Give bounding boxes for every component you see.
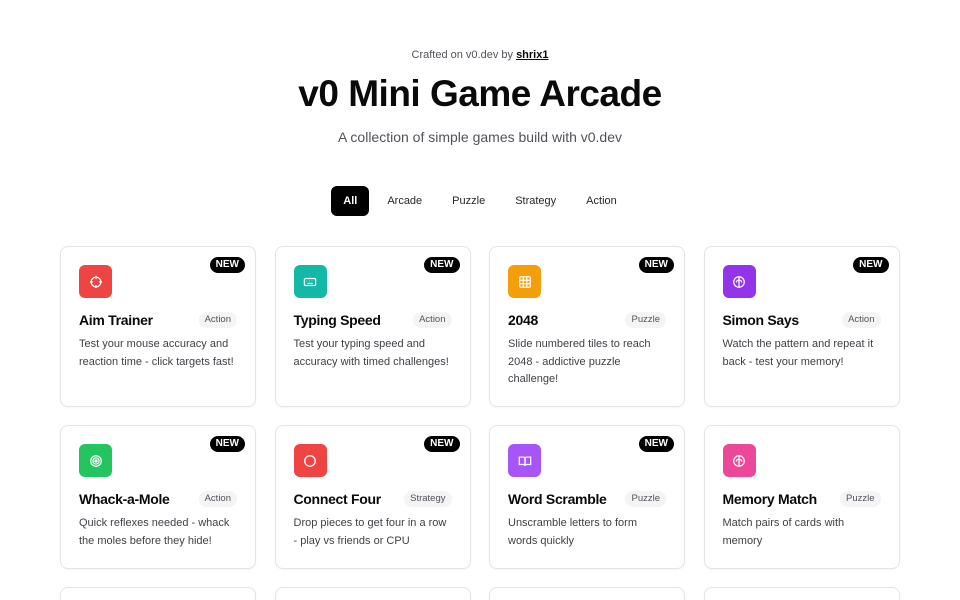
filter-all[interactable]: All <box>331 186 370 216</box>
game-icon-box <box>293 444 327 477</box>
author-link[interactable]: shrix1 <box>516 49 548 61</box>
game-card-partial[interactable] <box>274 587 471 600</box>
grid-icon <box>518 275 531 288</box>
game-icon-box <box>722 265 756 298</box>
category-badge: Action <box>198 491 237 507</box>
game-card-partial[interactable] <box>489 587 685 600</box>
game-card[interactable]: NEW Connect Four Strategy Drop pieces to… <box>274 425 471 569</box>
new-badge: NEW <box>853 257 889 273</box>
target-icon <box>89 275 102 288</box>
game-card[interactable]: NEW Word Scramble Puzzle Unscramble lett… <box>489 425 685 569</box>
crafted-prefix: Crafted on v0.dev by <box>411 49 517 61</box>
game-icon-box <box>79 265 112 298</box>
category-badge: Strategy <box>404 491 452 507</box>
game-title: Whack-a-Mole <box>79 491 170 507</box>
crafted-by-line: Crafted on v0.dev by shrix1 <box>0 48 960 62</box>
game-card[interactable]: NEW 2048 Puzzle Slide numbered tiles to … <box>489 246 685 407</box>
page-subtitle: A collection of simple games build with … <box>337 129 623 145</box>
game-icon-box <box>508 265 541 298</box>
category-badge: Puzzle <box>625 312 666 328</box>
game-title: Typing Speed <box>293 312 381 328</box>
new-badge: NEW <box>638 436 674 452</box>
page-header: Crafted on v0.dev by shrix1 v0 Mini Game… <box>0 0 960 146</box>
game-icon-box <box>508 444 541 477</box>
game-description: Slide numbered tiles to reach 2048 - add… <box>508 338 651 385</box>
category-badge: Action <box>198 312 237 328</box>
game-grid: NEW Aim Trainer Action Test your mouse a… <box>60 246 900 600</box>
game-icon-box <box>79 444 112 477</box>
category-filter-bar: All Arcade Puzzle Strategy Action <box>0 186 960 216</box>
bullseye-icon <box>89 454 102 467</box>
game-title: Connect Four <box>293 491 382 507</box>
game-description: Test your typing speed and accuracy with… <box>293 338 449 368</box>
filter-strategy[interactable]: Strategy <box>503 186 568 216</box>
game-card-partial[interactable] <box>60 587 256 600</box>
new-badge: NEW <box>424 436 460 452</box>
game-title: Aim Trainer <box>79 312 153 328</box>
category-badge: Action <box>842 312 881 328</box>
game-title: Word Scramble <box>508 491 607 507</box>
brain-icon <box>733 454 745 467</box>
game-title: 2048 <box>508 312 538 328</box>
new-badge: NEW <box>424 257 460 273</box>
category-badge: Puzzle <box>625 491 666 507</box>
game-description: Quick reflexes needed - whack the moles … <box>79 517 230 547</box>
new-badge: NEW <box>638 257 674 273</box>
circle-icon <box>304 454 316 467</box>
keyboard-icon <box>303 277 317 286</box>
filter-action[interactable]: Action <box>574 186 629 216</box>
game-description: Unscramble letters to form words quickly <box>508 517 637 547</box>
game-description: Watch the pattern and repeat it back - t… <box>722 338 874 368</box>
game-card[interactable]: NEW Aim Trainer Action Test your mouse a… <box>60 246 256 407</box>
game-card[interactable]: NEW Simon Says Action Watch the pattern … <box>703 246 900 407</box>
game-title: Memory Match <box>722 491 818 507</box>
game-description: Match pairs of cards with memory <box>722 517 845 547</box>
game-card[interactable]: NEW Whack-a-Mole Action Quick reflexes n… <box>60 425 256 569</box>
game-icon-box <box>722 444 756 477</box>
game-card[interactable]: NEW Typing Speed Action Test your typing… <box>274 246 471 407</box>
book-icon <box>518 455 531 466</box>
game-card-partial[interactable] <box>703 587 900 600</box>
new-badge: NEW <box>209 257 245 273</box>
new-badge: NEW <box>209 436 245 452</box>
category-badge: Puzzle <box>839 491 881 507</box>
category-badge: Action <box>413 312 452 328</box>
page-title: v0 Mini Game Arcade <box>298 73 662 114</box>
brain-icon <box>733 275 745 288</box>
game-icon-box <box>293 265 327 298</box>
game-card[interactable]: Memory Match Puzzle Match pairs of cards… <box>703 425 900 569</box>
filter-puzzle[interactable]: Puzzle <box>440 186 497 216</box>
filter-arcade[interactable]: Arcade <box>375 186 434 216</box>
game-title: Simon Says <box>722 312 800 328</box>
game-description: Drop pieces to get four in a row - play … <box>293 517 447 547</box>
game-description: Test your mouse accuracy and reaction ti… <box>79 338 234 368</box>
